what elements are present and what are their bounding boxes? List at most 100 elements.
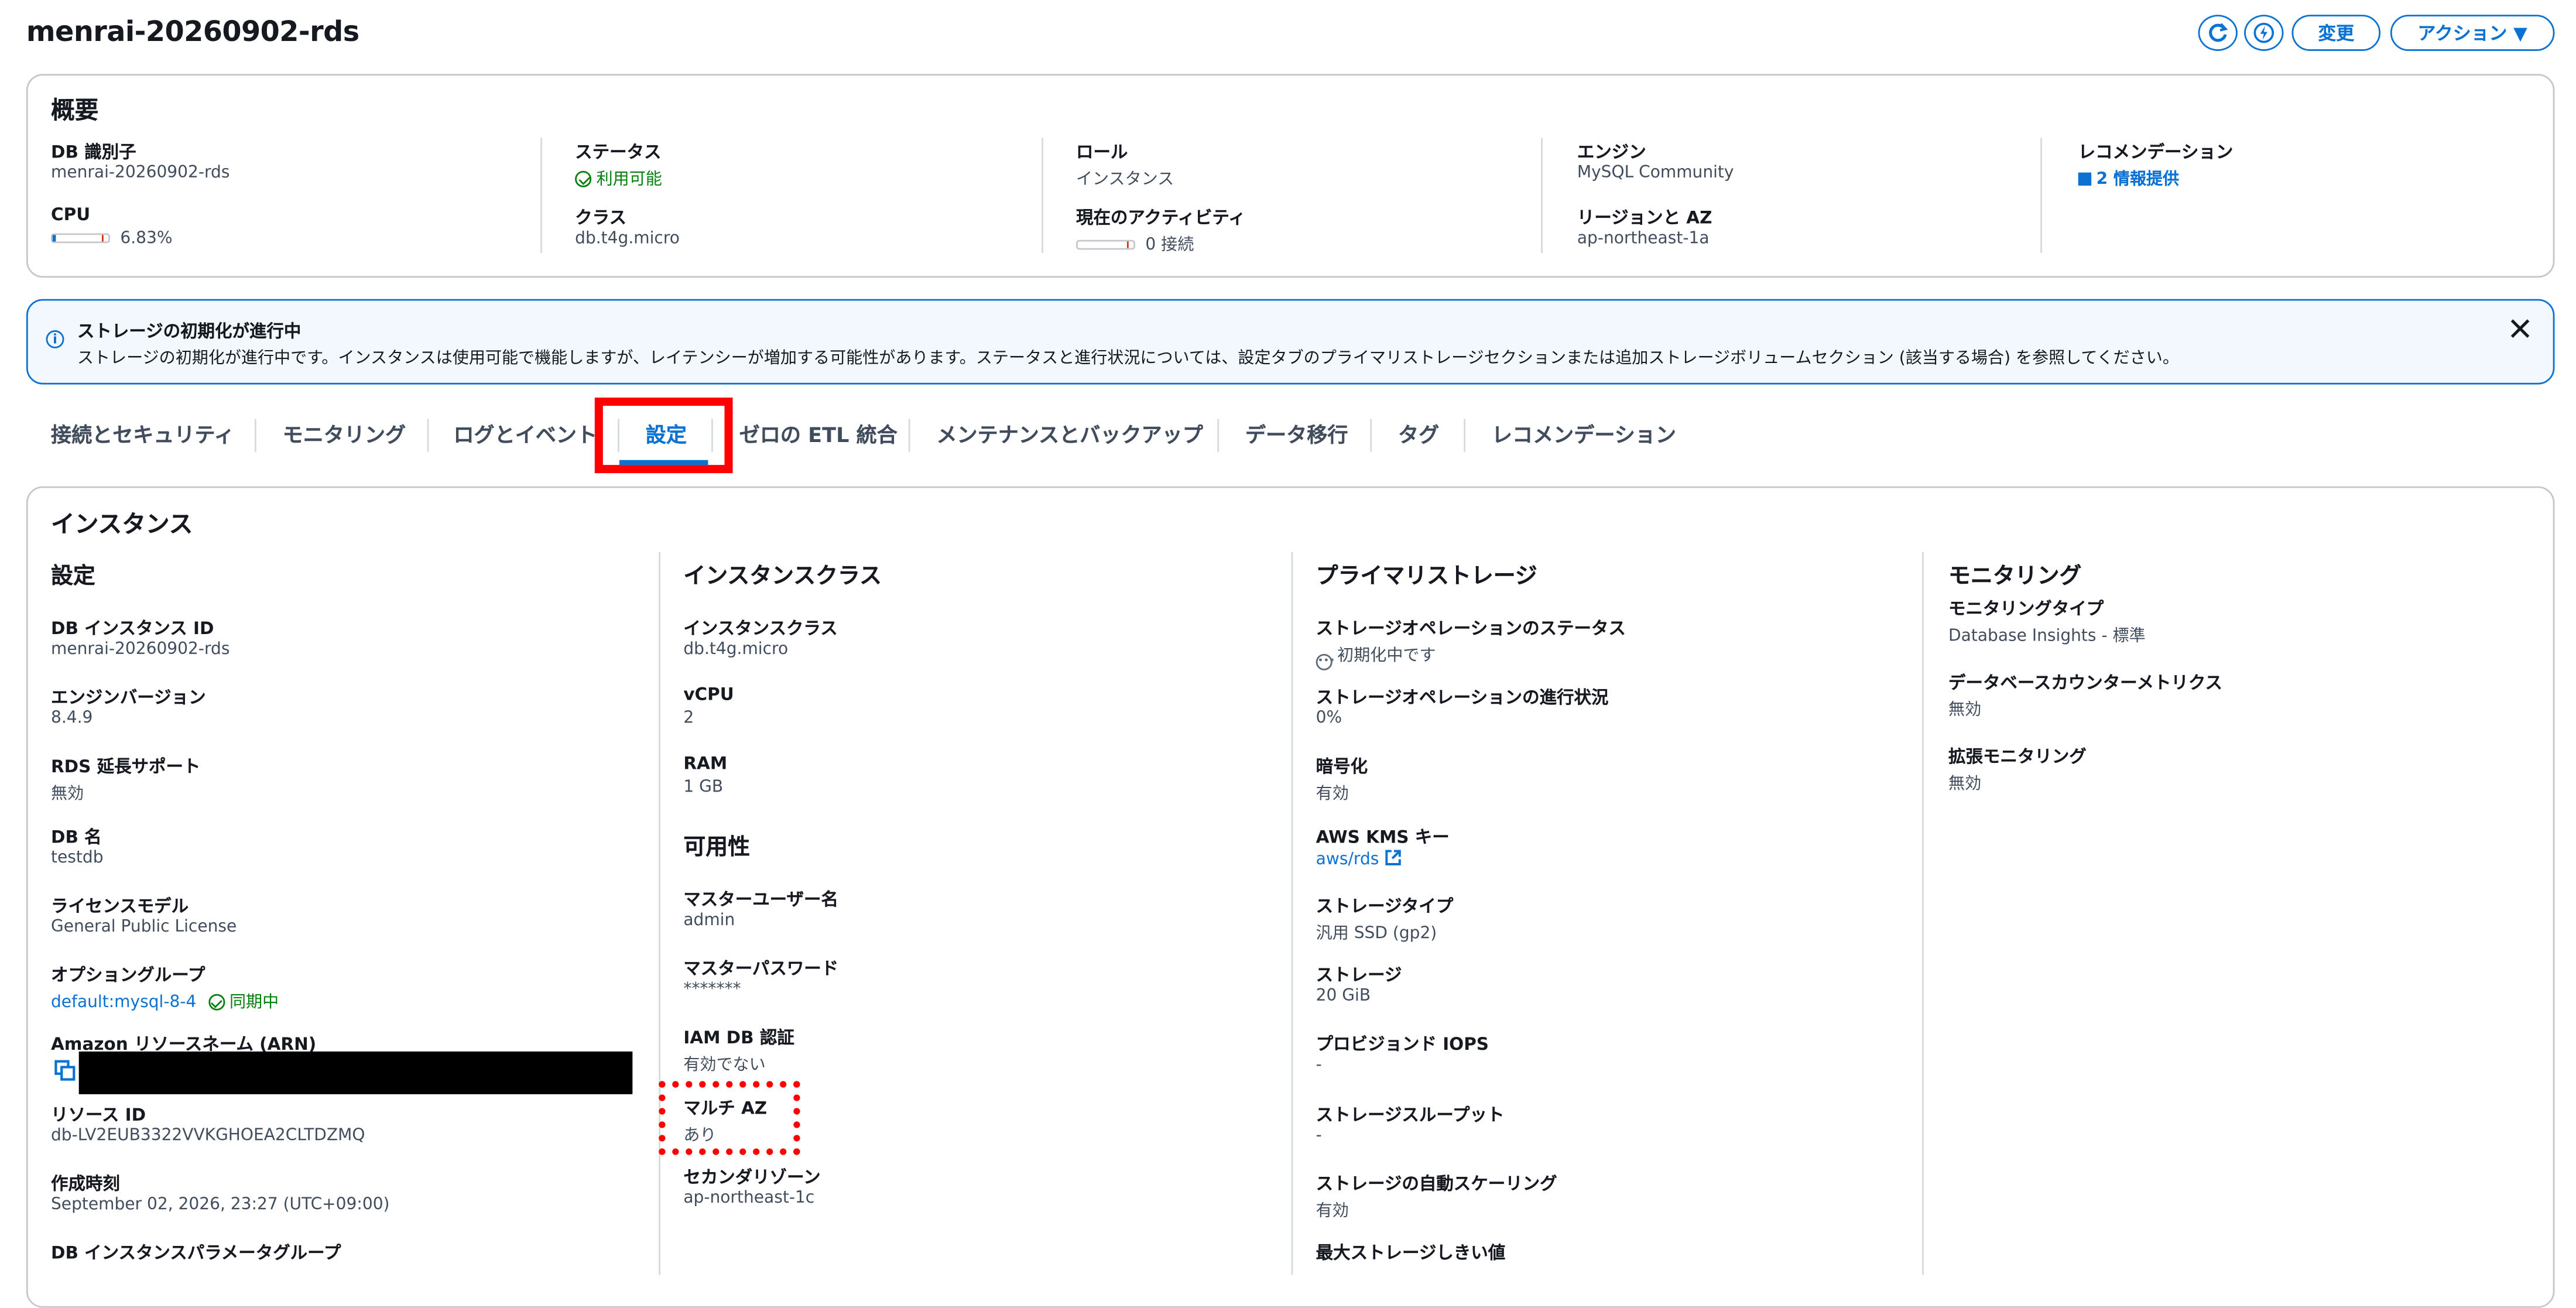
throughput-value: - xyxy=(1316,1126,1322,1145)
autoscaling-label: ストレージの自動スケーリング xyxy=(1316,1175,1557,1195)
instance-card xyxy=(26,486,2555,1308)
tab-tags[interactable]: タグ xyxy=(1398,417,1439,448)
kms-key-label: AWS KMS キー xyxy=(1316,828,1450,848)
vcpu-value: 2 xyxy=(683,710,694,728)
storage-op-status-label: ストレージオペレーションのステータス xyxy=(1316,619,1626,639)
option-group-row: default:mysql-8-4 同期中 xyxy=(51,987,279,1012)
cpu-label: CPU xyxy=(50,205,91,225)
check-circle-icon xyxy=(575,170,592,187)
option-group-label: オプショングループ xyxy=(50,965,205,986)
flash-title: ストレージの初期化が進行中 xyxy=(77,321,302,342)
role-value: インスタンス xyxy=(1075,170,1174,189)
highlight-box-multi-az xyxy=(659,1081,800,1155)
instance-id-label: DB インスタンス ID xyxy=(50,619,214,639)
db-name-label: DB 名 xyxy=(50,828,102,848)
iam-auth-label: IAM DB 認証 xyxy=(683,1028,794,1049)
pending-icon: ••• xyxy=(1316,653,1335,670)
activity-value: 0 接続 xyxy=(1145,237,1194,255)
iops-value: - xyxy=(1316,1056,1322,1075)
close-icon xyxy=(2510,319,2530,338)
option-group-link[interactable]: default:mysql-8-4 xyxy=(51,994,196,1012)
encryption-label: 暗号化 xyxy=(1316,757,1368,778)
tab-zero-etl[interactable]: ゼロの ETL 統合 xyxy=(739,417,898,448)
flash-message: ストレージの初期化が進行中です。インスタンスは使用可能で機能しますが、レイテンシ… xyxy=(77,350,2179,368)
created-value: September 02, 2026, 23:27 (UTC+09:00) xyxy=(50,1196,390,1214)
instance-class-label: インスタンスクラス xyxy=(683,619,838,639)
extended-support-label: RDS 延長サポート xyxy=(50,757,201,778)
ram-label: RAM xyxy=(683,754,728,774)
cpu-meter: 6.83% xyxy=(50,230,173,248)
monitoring-type-label: モニタリングタイプ xyxy=(1948,600,2104,619)
storage-op-progress-value: 0% xyxy=(1316,710,1342,728)
external-link-icon xyxy=(1385,850,1400,865)
storage-init-flash xyxy=(26,299,2555,385)
storage-section-title: プライマリストレージ xyxy=(1316,563,1537,590)
tab-recommendations[interactable]: レコメンデーション xyxy=(1492,417,1676,448)
kms-key-link[interactable]: aws/rds xyxy=(1316,850,1401,869)
activity-meter: 0 接続 xyxy=(1075,230,1194,255)
highlight-box-configuration-tab xyxy=(594,398,733,474)
tab-maintenance-backup[interactable]: メンテナンスとバックアップ xyxy=(936,417,1203,448)
arn-redaction xyxy=(78,1051,633,1094)
engine-version-value: 8.4.9 xyxy=(50,710,93,728)
refresh-button[interactable] xyxy=(2198,15,2238,51)
master-user-value: admin xyxy=(683,912,735,930)
autoscaling-value: 有効 xyxy=(1316,1203,1349,1221)
counter-metrics-value: 無効 xyxy=(1948,701,1982,720)
option-group-status: 同期中 xyxy=(208,994,279,1012)
tab-connectivity[interactable]: 接続とセキュリティ xyxy=(51,417,235,448)
max-threshold-label: 最大ストレージしきい値 xyxy=(1316,1244,1506,1264)
cpu-progress-bar xyxy=(50,233,111,244)
tab-monitoring[interactable]: モニタリング xyxy=(283,417,406,448)
resource-id-label: リソース ID xyxy=(50,1105,146,1126)
check-circle-icon xyxy=(208,994,225,1011)
vcpu-label: vCPU xyxy=(683,685,734,705)
created-label: 作成時刻 xyxy=(50,1175,120,1195)
tab-data-migration[interactable]: データ移行 xyxy=(1245,417,1348,448)
storage-size-value: 20 GiB xyxy=(1316,987,1371,1006)
role-label: ロール xyxy=(1075,143,1128,163)
enhanced-monitoring-value: 無効 xyxy=(1948,775,1982,794)
monitoring-section-title: モニタリング xyxy=(1948,563,2082,590)
license-label: ライセンスモデル xyxy=(50,897,189,917)
tab-logs-events[interactable]: ログとイベント xyxy=(453,417,597,448)
license-value: General Public License xyxy=(50,918,237,937)
cpu-value: 6.83% xyxy=(120,230,173,248)
close-flash-button[interactable] xyxy=(2509,316,2532,347)
storage-op-progress-label: ストレージオペレーションの進行状況 xyxy=(1316,688,1609,708)
engine-version-label: エンジンバージョン xyxy=(50,688,206,708)
master-password-value: ******* xyxy=(683,981,741,999)
storage-type-value: 汎用 SSD (gp2) xyxy=(1316,924,1437,943)
summary-title: 概要 xyxy=(50,98,99,125)
storage-type-label: ストレージタイプ xyxy=(1316,897,1454,917)
class-label: クラス xyxy=(575,208,626,229)
modify-button[interactable]: 変更 xyxy=(2291,15,2381,51)
actions-dropdown-button[interactable]: アクション ▼ xyxy=(2390,15,2555,51)
instance-title: インスタンス xyxy=(50,512,193,539)
insights-button[interactable] xyxy=(2244,15,2284,51)
secondary-zone-value: ap-northeast-1c xyxy=(683,1189,815,1208)
config-section-title: 設定 xyxy=(50,563,95,590)
master-user-label: マスターユーザー名 xyxy=(683,890,838,910)
monitoring-type-value: Database Insights - 標準 xyxy=(1948,627,2146,646)
page-title: menrai-20260902-rds xyxy=(26,16,359,50)
db-name-value: testdb xyxy=(50,849,104,868)
copy-arn-button[interactable] xyxy=(54,1056,76,1087)
encryption-value: 有効 xyxy=(1316,785,1349,804)
counter-metrics-label: データベースカウンターメトリクス xyxy=(1948,673,2222,694)
recommendation-label: レコメンデーション xyxy=(2078,143,2234,163)
engine-value: MySQL Community xyxy=(1577,164,1734,183)
extended-support-value: 無効 xyxy=(50,785,84,804)
engine-label: エンジン xyxy=(1577,143,1646,163)
param-group-label: DB インスタンスパラメータグループ xyxy=(50,1244,341,1264)
db-identifier-value: menrai-20260902-rds xyxy=(50,164,230,183)
status-value: 利用可能 xyxy=(575,165,662,189)
storage-op-status-value: ••• 初期化中です xyxy=(1316,641,1436,670)
instance-class-value: db.t4g.micro xyxy=(683,641,789,659)
ram-value: 1 GB xyxy=(683,779,724,797)
db-identifier-label: DB 識別子 xyxy=(50,143,136,163)
recommendation-link[interactable]: 2 情報提供 xyxy=(2078,165,2179,189)
secondary-zone-label: セカンダリゾーン xyxy=(683,1168,821,1188)
refresh-icon xyxy=(2209,23,2228,42)
class-section-title: インスタンスクラス xyxy=(683,563,882,590)
